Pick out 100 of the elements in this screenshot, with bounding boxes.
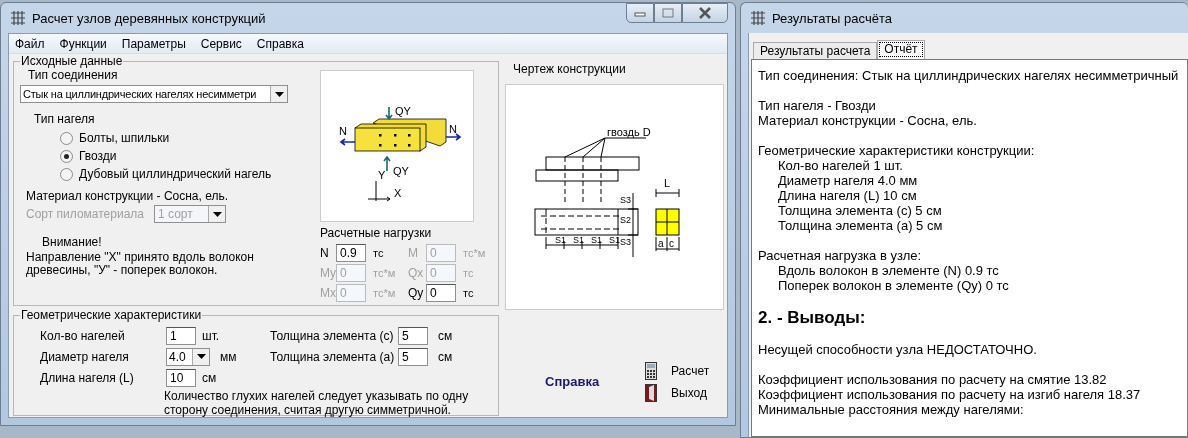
maximize-button[interactable] bbox=[654, 3, 682, 23]
diagram-label: N bbox=[339, 125, 347, 137]
menu-item[interactable]: Файл bbox=[15, 36, 45, 51]
dimension-label: S1 bbox=[591, 235, 602, 245]
load-input[interactable]: 0 bbox=[426, 284, 456, 302]
unit-label: см bbox=[437, 328, 453, 343]
dimension-label: a bbox=[658, 238, 664, 249]
field-label: Толщина элемента (а) bbox=[270, 349, 396, 364]
dimension-label: S1 bbox=[555, 235, 566, 245]
report-line: Вдоль волокон в элементе (N) 0.9 тс bbox=[778, 263, 999, 278]
dimension-label: S3 bbox=[620, 195, 631, 205]
dropdown-arrow-icon bbox=[196, 354, 206, 359]
report-line: Геометрические характеристики конструкции: bbox=[758, 143, 1035, 158]
unit-label: тс*м bbox=[462, 247, 487, 259]
field-label: Qx bbox=[408, 266, 425, 280]
help-link[interactable]: Справка bbox=[545, 374, 645, 389]
report-line: Коэффициент использования по расчету на изгиб нагеля 18.37 bbox=[758, 387, 1141, 402]
group-title: Расчетные нагрузки bbox=[320, 226, 433, 240]
grid-icon bbox=[750, 10, 766, 26]
unit-label: тс bbox=[372, 247, 385, 259]
group-title: Геометрические характеристики bbox=[20, 308, 203, 322]
diagram-label: N bbox=[449, 123, 457, 135]
dropdown-arrow-icon bbox=[212, 211, 222, 217]
diagram-label: Y bbox=[378, 169, 386, 181]
field-label: Длина нагеля (L) bbox=[39, 370, 135, 385]
report-heading: 2. - Выводы: bbox=[758, 308, 866, 328]
field-label: My bbox=[320, 266, 336, 280]
report-line: Материал конструкции - Сосна, ель. bbox=[758, 113, 977, 128]
menu-item[interactable]: Справка bbox=[256, 36, 304, 51]
radio-option[interactable]: Болты, шпильки bbox=[60, 131, 170, 145]
dimension-label: S2 bbox=[620, 215, 631, 225]
unit-label: см bbox=[437, 349, 453, 364]
diagram-label: X bbox=[394, 187, 402, 199]
field-label: Mx bbox=[320, 286, 336, 300]
material-text: Материал конструкции - Сосна, ель. bbox=[25, 189, 230, 203]
calculator-icon bbox=[645, 362, 657, 380]
report-line: Несущей способности узла НЕДОСТАТОЧНО. bbox=[758, 342, 1037, 357]
report-line: Поперек волокон в элементе (Qy) 0 тс bbox=[778, 278, 1009, 293]
minimize-button[interactable] bbox=[626, 3, 654, 23]
report-line: Диаметр нагеля 4.0 мм bbox=[778, 173, 918, 188]
radio-option[interactable]: Дубовый циллиндрический нагель bbox=[60, 167, 272, 181]
diameter-dropdown[interactable]: 4.0 bbox=[166, 347, 210, 366]
door-icon bbox=[645, 384, 657, 402]
geometry-input[interactable]: 10 bbox=[166, 368, 196, 387]
grid-icon bbox=[10, 10, 26, 26]
field-label: Тип нагеля bbox=[33, 112, 96, 126]
window-title: Расчет узлов деревянных конструкций bbox=[32, 10, 266, 26]
menu-item[interactable]: Функции bbox=[59, 36, 107, 51]
field-label: Сорт пиломатериала bbox=[26, 207, 144, 221]
dimension-label: S1 bbox=[609, 235, 620, 245]
unit-label: тс bbox=[462, 267, 475, 279]
field-label: Тип соединения bbox=[27, 68, 119, 82]
maximize-icon bbox=[662, 8, 674, 18]
drawing-title: Чертеж конструкции bbox=[513, 62, 627, 76]
menu-item[interactable]: Сервис bbox=[200, 36, 242, 51]
report-line: Тип соединения: Стык на циллиндрических нагелях несимметричный bbox=[758, 68, 1179, 83]
warning-title: Внимание! bbox=[41, 235, 103, 249]
close-button[interactable] bbox=[682, 3, 728, 23]
report-line: Толщина элемента (а) 5 см bbox=[778, 218, 943, 233]
load-input[interactable]: 0.9 bbox=[336, 244, 366, 262]
dimension-label: L bbox=[664, 177, 671, 189]
tab[interactable]: Отчёт bbox=[877, 40, 925, 59]
menu-item[interactable]: Параметры bbox=[121, 36, 186, 51]
dropdown-arrow-icon bbox=[274, 91, 284, 97]
close-icon bbox=[698, 7, 712, 19]
field-label: Qy bbox=[408, 286, 425, 300]
unit-label: тс*м bbox=[372, 287, 397, 299]
report-line: Толщина элемента (с) 5 см bbox=[778, 203, 942, 218]
report-line: Расчетная нагрузка в узле: bbox=[758, 248, 922, 263]
report-line: Кол-во нагелей 1 шт. bbox=[778, 158, 903, 173]
thickness-input[interactable]: 5 bbox=[398, 326, 428, 345]
calculate-button[interactable]: Расчет bbox=[645, 362, 710, 380]
report-line: Коэффициент использования по расчету на смятие 13.82 bbox=[758, 372, 1107, 387]
unit-label: мм bbox=[219, 349, 237, 364]
dimension-label: c bbox=[669, 238, 674, 249]
note-text: Количество глухих нагелей следует указывать по одну сторону соединения, считая другую симметричной. bbox=[164, 389, 470, 417]
diagram-label: QY bbox=[393, 165, 409, 177]
radio-button[interactable] bbox=[60, 149, 73, 163]
window-title: Результаты расчёта bbox=[772, 10, 892, 26]
thickness-input[interactable]: 5 bbox=[398, 347, 428, 366]
report-line: Тип нагеля - Гвозди bbox=[758, 98, 876, 113]
report-line: Минимальные расстояния между нагелями: bbox=[758, 402, 1024, 417]
nail-label: гвоздь D bbox=[607, 126, 651, 138]
dimension-label: S3 bbox=[620, 237, 631, 247]
group-title: Исходные данные bbox=[20, 54, 124, 68]
radio-button[interactable] bbox=[60, 131, 73, 145]
unit-label: тс*м bbox=[372, 267, 397, 279]
tab[interactable]: Результаты расчета bbox=[753, 42, 878, 59]
radio-option[interactable]: Гвозди bbox=[60, 149, 117, 163]
connection-type-dropdown[interactable]: Стык на циллиндрических нагелях несимметри bbox=[20, 85, 288, 103]
field-label: M bbox=[408, 246, 419, 260]
minimize-icon bbox=[634, 9, 646, 17]
radio-button[interactable] bbox=[60, 167, 73, 181]
field-label: Толщина элемента (с) bbox=[270, 328, 395, 343]
field-label: Кол-во нагелей bbox=[39, 328, 126, 343]
dimension-label: S1 bbox=[573, 235, 584, 245]
exit-button[interactable]: Выход bbox=[645, 384, 710, 402]
unit-label: тс bbox=[462, 287, 475, 299]
geometry-input[interactable]: 1 bbox=[166, 326, 196, 345]
diagram-label: QY bbox=[395, 105, 411, 117]
